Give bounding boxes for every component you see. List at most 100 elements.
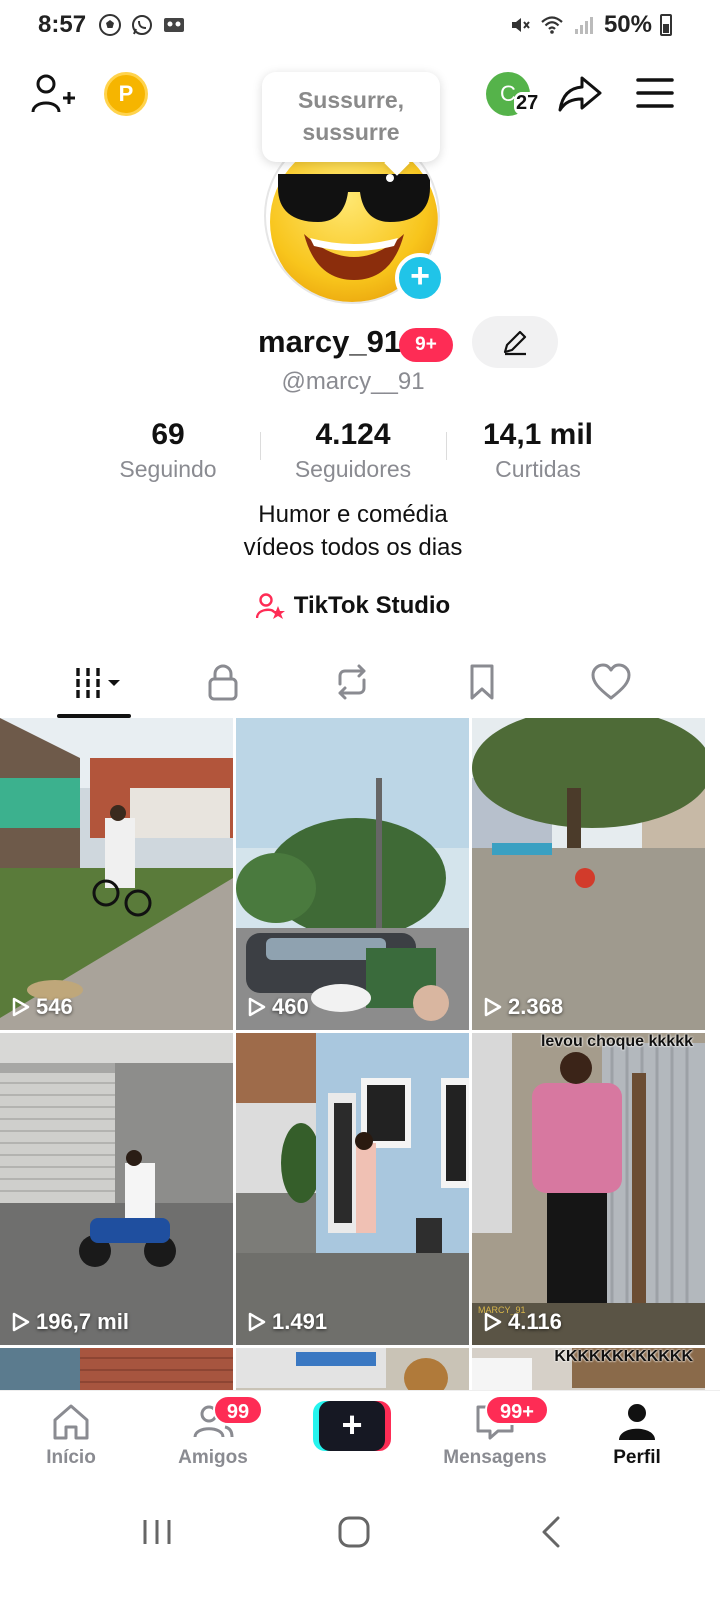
video-scene bbox=[0, 718, 233, 1030]
notification-badge[interactable]: 9+ bbox=[399, 328, 453, 362]
video-thumbnail[interactable]: 460 bbox=[236, 718, 469, 1030]
view-count: 4.116 bbox=[484, 1309, 562, 1335]
video-scene bbox=[236, 1348, 469, 1390]
stat-value: 14,1 mil bbox=[482, 418, 594, 451]
creator-count: 27 bbox=[514, 92, 541, 115]
lock-icon bbox=[208, 664, 238, 701]
home-button-icon[interactable] bbox=[334, 1512, 374, 1552]
profile-display-name: marcy_91 bbox=[258, 324, 402, 359]
messages-badge: 99+ bbox=[485, 1395, 549, 1425]
stat-value: 4.124 bbox=[315, 418, 391, 451]
coins-icon[interactable]: P bbox=[104, 72, 148, 116]
status-bar: 8:57 50% bbox=[0, 0, 720, 52]
profile-name-row: marcy_91 9+ bbox=[0, 316, 720, 368]
add-friend-icon[interactable] bbox=[30, 72, 76, 116]
stat-likes[interactable]: 14,1 mil Curtidas bbox=[448, 418, 628, 483]
view-count-value: 2.368 bbox=[508, 994, 564, 1019]
studio-label: TikTok Studio bbox=[293, 592, 451, 619]
video-scene bbox=[236, 718, 469, 1030]
play-icon bbox=[484, 997, 502, 1017]
notification-icons bbox=[98, 13, 186, 37]
status-time: 8:57 bbox=[38, 11, 87, 38]
view-count-value: 460 bbox=[272, 994, 309, 1019]
video-scene bbox=[0, 1348, 233, 1390]
profile-icon bbox=[619, 1404, 655, 1440]
recent-apps-icon[interactable] bbox=[137, 1512, 177, 1552]
profile-handle: @marcy__91 bbox=[281, 368, 425, 395]
view-count-value: 196,7 mil bbox=[36, 1309, 129, 1334]
stat-label: Seguindo bbox=[119, 456, 217, 482]
share-icon[interactable] bbox=[558, 74, 602, 114]
battery-icon bbox=[660, 14, 672, 36]
play-icon bbox=[484, 1312, 502, 1332]
stat-following[interactable]: 69 Seguindo bbox=[78, 418, 258, 483]
friends-badge: 99 bbox=[213, 1395, 263, 1425]
note-bubble-text: Sussurre, sussurre bbox=[297, 87, 405, 145]
stat-divider bbox=[446, 432, 447, 460]
system-navigation-bar bbox=[0, 1484, 720, 1600]
view-count-value: 4.116 bbox=[508, 1309, 562, 1334]
note-bubble[interactable]: Sussurre, sussurre bbox=[262, 72, 440, 162]
soccer-ball-icon bbox=[99, 14, 121, 36]
video-thumbnail[interactable] bbox=[0, 1348, 233, 1390]
video-scene bbox=[236, 1033, 469, 1345]
tab-liked[interactable] bbox=[581, 660, 641, 704]
create-button[interactable]: + bbox=[313, 1401, 391, 1451]
tiktok-studio-link[interactable]: TikTok Studio bbox=[0, 588, 706, 624]
repost-icon bbox=[338, 664, 366, 700]
home-icon bbox=[53, 1404, 89, 1440]
view-count: 2.368 bbox=[484, 994, 563, 1020]
tab-favorites[interactable] bbox=[452, 660, 512, 704]
bio-line: vídeos todos os dias bbox=[243, 534, 463, 561]
edit-profile-button[interactable] bbox=[472, 316, 558, 368]
view-count: 196,7 mil bbox=[12, 1309, 129, 1335]
play-icon bbox=[248, 1312, 266, 1332]
profile-top-bar: P Sussurre, sussurre C 27 bbox=[0, 58, 720, 162]
tab-reposts[interactable] bbox=[322, 660, 382, 704]
play-icon bbox=[12, 1312, 30, 1332]
nav-profile[interactable]: Perfil bbox=[577, 1401, 697, 1469]
video-thumbnail[interactable]: levou choque kkkkk MARCY_91 4.116 bbox=[472, 1033, 705, 1345]
video-grid: 546 460 2.368 196,7 mil 1.491 levou choq… bbox=[0, 718, 706, 1390]
video-thumbnail[interactable]: 546 bbox=[0, 718, 233, 1030]
video-scene bbox=[472, 718, 705, 1030]
stat-followers[interactable]: 4.124 Seguidores bbox=[263, 418, 443, 483]
whatsapp-icon bbox=[132, 15, 152, 35]
stat-label: Curtidas bbox=[495, 456, 581, 482]
video-thumbnail[interactable]: KKKKKKKKKKKK bbox=[472, 1348, 705, 1390]
nav-messages[interactable]: Mensagens 99+ bbox=[435, 1395, 555, 1469]
back-icon[interactable] bbox=[532, 1512, 572, 1552]
nav-home[interactable]: Início bbox=[11, 1401, 131, 1469]
view-count: 460 bbox=[248, 994, 309, 1020]
video-caption: KKKKKKKKKKKK bbox=[554, 1348, 693, 1365]
stat-value: 69 bbox=[151, 418, 185, 451]
video-thumbnail[interactable]: 2.368 bbox=[472, 718, 705, 1030]
profile-bio: Humor e comédia vídeos todos os dias bbox=[0, 498, 706, 564]
tab-videos[interactable] bbox=[64, 660, 124, 704]
battery-percent: 50% bbox=[603, 11, 652, 38]
video-caption: levou choque kkkkk bbox=[540, 1033, 693, 1050]
video-scene bbox=[472, 1033, 705, 1345]
video-thumbnail[interactable] bbox=[236, 1348, 469, 1390]
system-status: 50% bbox=[508, 11, 672, 39]
signal-icon bbox=[574, 17, 593, 34]
video-thumbnail[interactable]: 1.491 bbox=[236, 1033, 469, 1345]
add-story-button[interactable]: + bbox=[395, 253, 445, 303]
nav-friends[interactable]: Amigos 99 bbox=[153, 1395, 273, 1469]
nav-friends-label: Amigos bbox=[178, 1447, 248, 1468]
menu-icon[interactable] bbox=[636, 76, 674, 110]
videos-grid-icon bbox=[76, 668, 120, 698]
video-thumbnail[interactable]: 196,7 mil bbox=[0, 1033, 233, 1345]
stat-label: Seguidores bbox=[294, 456, 412, 482]
heart-icon bbox=[591, 663, 631, 700]
mute-icon bbox=[511, 18, 530, 32]
content-tabs bbox=[0, 654, 706, 718]
voicemail-icon bbox=[164, 18, 184, 32]
play-icon bbox=[12, 997, 30, 1017]
stat-divider bbox=[260, 432, 261, 460]
video-scene bbox=[0, 1033, 233, 1345]
profile-stats: 69 Seguindo 4.124 Seguidores 14,1 mil Cu… bbox=[0, 418, 720, 488]
tab-private[interactable] bbox=[193, 660, 253, 704]
bio-line: Humor e comédia bbox=[258, 501, 448, 528]
studio-icon bbox=[255, 593, 285, 619]
